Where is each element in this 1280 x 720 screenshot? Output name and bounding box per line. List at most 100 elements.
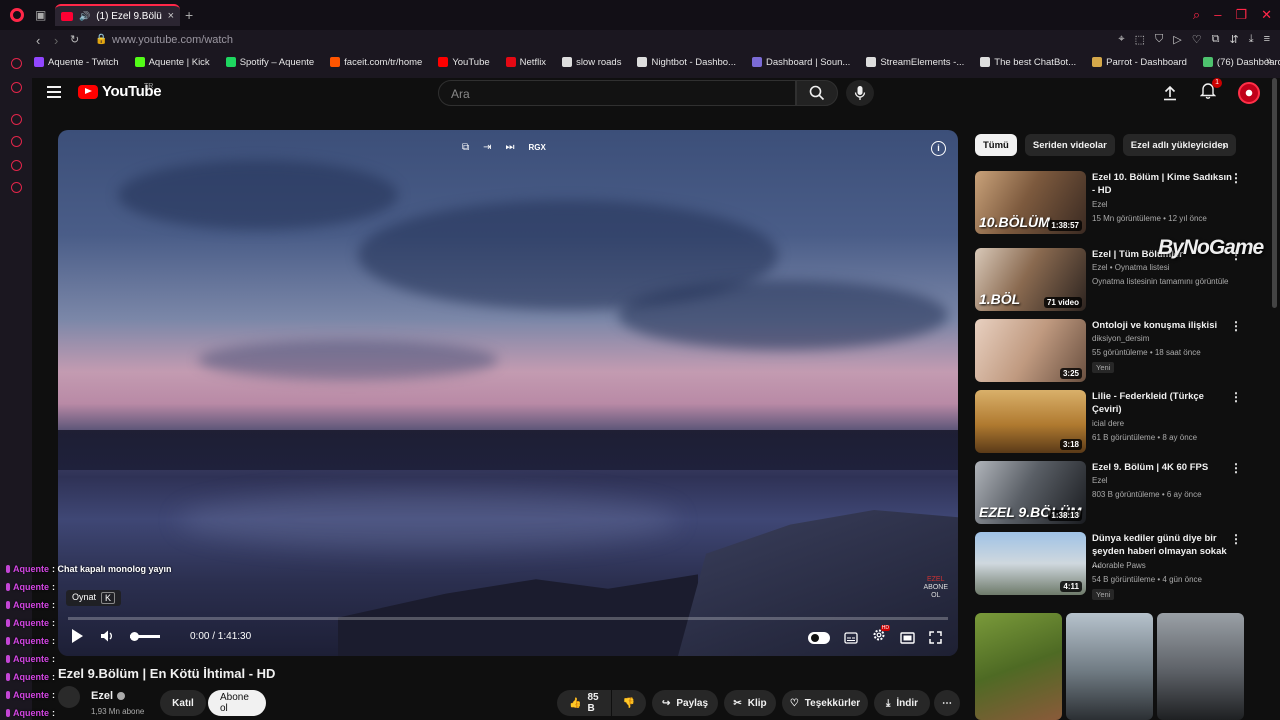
recommended-title[interactable]: Ontoloji ve konuşma ilişkisi <box>1092 319 1232 332</box>
bookmark-item[interactable]: Parrot - Dashboard <box>1092 53 1187 71</box>
info-icon[interactable]: i <box>931 141 946 156</box>
bookmark-item[interactable]: Dashboard | Soun... <box>751 53 850 71</box>
extensions-icon[interactable]: ⧉ <box>1212 33 1220 46</box>
video-thumbnail[interactable]: 4:11 <box>975 532 1086 595</box>
forward-icon[interactable]: › <box>54 33 58 48</box>
speaker-icon[interactable]: 🔊 <box>79 11 90 22</box>
more-vertical-icon[interactable]: ⋮ <box>1230 390 1242 404</box>
fullscreen-icon[interactable] <box>929 631 942 644</box>
recommended-video[interactable]: 3:18 Lilie - Federkleid (Türkçe Çeviri) ic… <box>975 390 1247 456</box>
bookmark-item[interactable]: faceit.com/tr/home <box>330 53 422 71</box>
recommended-title[interactable]: Ezel 10. Bölüm | Kime Sadıksın - HD <box>1092 171 1232 197</box>
active-tab[interactable]: 🔊 (1) Ezel 9.Bölüm | En Kö × <box>55 4 180 26</box>
share-button[interactable]: ↪ Paylaş <box>652 690 718 716</box>
guide-menu-icon[interactable] <box>47 86 61 98</box>
sidebar-workspace-icon[interactable] <box>11 82 22 93</box>
page-scrollbar[interactable] <box>1272 78 1277 308</box>
bookmark-item[interactable]: Spotify – Aquente <box>225 53 314 71</box>
heart-icon[interactable]: ♡ <box>1192 33 1202 46</box>
filter-chip[interactable]: Tümü <box>975 134 1017 156</box>
close-window-icon[interactable]: ✕ <box>1261 7 1272 23</box>
more-vertical-icon[interactable]: ⋮ <box>1230 461 1242 475</box>
video-thumbnail[interactable]: 10.BÖLÜM 1:38:57 <box>975 171 1086 234</box>
next-frame-icon[interactable]: ⏭ <box>506 142 515 153</box>
bookmark-item[interactable]: Nightbot - Dashbo... <box>637 53 736 71</box>
snapshot-icon[interactable]: ⬚ <box>1135 33 1145 46</box>
bookmark-item[interactable]: slow roads <box>562 53 621 71</box>
bookmark-item[interactable]: Aquente - Twitch <box>34 53 119 71</box>
clip-button[interactable]: ✂ Klip <box>724 690 776 716</box>
filter-chip[interactable]: Ezel adlı yükleyiciden <box>1122 134 1237 156</box>
bookmarks-more-icon[interactable]: » <box>1266 55 1272 67</box>
more-vertical-icon[interactable]: ⋮ <box>1230 319 1242 333</box>
recommended-channel[interactable]: Ezel <box>1092 476 1108 485</box>
subtitles-icon[interactable] <box>844 631 858 644</box>
menu-icon[interactable]: ≡ <box>1264 33 1270 46</box>
download-button[interactable]: ⤓ İndir <box>874 690 930 716</box>
recommended-video[interactable]: 10.BÖLÜM 1:38:57 Ezel 10. Bölüm | Kime Sad… <box>975 171 1247 237</box>
dislike-button[interactable]: 👎 <box>612 690 646 716</box>
upload-icon[interactable] <box>1162 85 1178 101</box>
bookmark-item[interactable]: Aquente | Kick <box>134 53 210 71</box>
autoplay-toggle[interactable] <box>808 631 830 644</box>
enter-icon[interactable]: ⇥ <box>483 142 491 153</box>
rgx-label[interactable]: RGX <box>529 143 546 152</box>
search-input[interactable]: Ara <box>438 80 796 106</box>
picture-in-picture-icon[interactable]: ⧉ <box>462 142 469 153</box>
pin-icon[interactable]: ⌖ <box>1118 33 1124 46</box>
bookmark-item[interactable]: Netflix <box>505 53 546 71</box>
search-button[interactable] <box>796 80 838 106</box>
short-thumbnail[interactable] <box>1066 613 1153 720</box>
recommended-video[interactable]: 3:25 Ontoloji ve konuşma ilişkisi diksiyon… <box>975 319 1247 385</box>
subscribe-button[interactable]: Abone ol <box>208 690 266 716</box>
download-icon[interactable]: ⤓ <box>1249 33 1254 46</box>
channel-watermark[interactable]: EZEL ABONE OL <box>923 576 948 600</box>
voice-search-button[interactable] <box>846 80 874 106</box>
video-thumbnail[interactable]: 1.BÖL 71 video <box>975 248 1086 311</box>
short-thumbnail[interactable] <box>1157 613 1244 720</box>
video-thumbnail[interactable]: 3:25 <box>975 319 1086 382</box>
sidebar-history-icon[interactable] <box>11 136 22 147</box>
sidebar-pinboard-icon[interactable] <box>11 160 22 171</box>
sidebar-settings-icon[interactable] <box>11 182 22 193</box>
like-button[interactable]: 👍 85 B <box>557 690 611 716</box>
lock-icon[interactable]: 🔒 <box>95 34 107 45</box>
recommended-channel[interactable]: Adorable Paws <box>1092 561 1146 570</box>
account-avatar[interactable] <box>1238 82 1260 104</box>
recommended-channel[interactable]: Ezel <box>1092 200 1108 209</box>
sidebar-player-icon[interactable] <box>11 114 22 125</box>
theater-mode-icon[interactable] <box>900 631 915 644</box>
bookmark-item[interactable]: YouTube <box>438 53 490 71</box>
maximize-icon[interactable]: ❐ <box>1235 7 1247 23</box>
recommended-channel[interactable]: icial dere <box>1092 419 1124 428</box>
sidebar-messenger-icon[interactable] <box>11 58 22 69</box>
bookmark-item[interactable]: The best ChatBot... <box>980 53 1076 71</box>
close-tab-icon[interactable]: × <box>168 10 174 22</box>
easy-setup-icon[interactable]: ⇵ <box>1229 33 1238 46</box>
recommended-video[interactable]: EZEL 9.BÖLÜM 1:38:13 Ezel 9. Bölüm | 4K 60… <box>975 461 1247 527</box>
recommended-title[interactable]: Lilie - Federkleid (Türkçe Çeviri) <box>1092 390 1232 416</box>
short-thumbnail[interactable] <box>975 613 1062 720</box>
search-tabs-icon[interactable]: ⌕ <box>1193 7 1200 23</box>
more-vertical-icon[interactable]: ⋮ <box>1230 532 1242 546</box>
video-thumbnail[interactable]: 3:18 <box>975 390 1086 453</box>
progress-bar[interactable] <box>68 617 948 620</box>
bookmark-item[interactable]: StreamElements -... <box>866 53 964 71</box>
new-tab-icon[interactable]: + <box>185 7 193 23</box>
notifications-button[interactable]: 1 <box>1199 78 1222 104</box>
tab-islands-icon[interactable]: ▣ <box>35 8 46 22</box>
thanks-button[interactable]: ♡ Teşekkürler <box>782 690 868 716</box>
video-thumbnail[interactable]: EZEL 9.BÖLÜM 1:38:13 <box>975 461 1086 524</box>
reload-icon[interactable]: ↻ <box>70 33 79 46</box>
recommended-video[interactable]: 4:11 Dünya kediler günü diye bir şeyden h… <box>975 532 1247 600</box>
opera-logo-icon[interactable] <box>10 8 24 22</box>
settings-button[interactable]: HD <box>872 625 890 647</box>
shield-icon[interactable]: ⛉ <box>1155 33 1163 46</box>
chevron-right-icon[interactable]: › <box>1222 138 1226 153</box>
recommended-channel[interactable]: Ezel • Oynatma listesi <box>1092 263 1170 272</box>
filter-chip[interactable]: Seriden videolar <box>1024 134 1115 156</box>
more-vertical-icon[interactable]: ⋮ <box>1230 171 1242 185</box>
more-actions-button[interactable]: ⋯ <box>934 690 960 716</box>
minimize-icon[interactable]: – <box>1214 7 1221 23</box>
recommended-title[interactable]: Ezel 9. Bölüm | 4K 60 FPS <box>1092 461 1232 474</box>
